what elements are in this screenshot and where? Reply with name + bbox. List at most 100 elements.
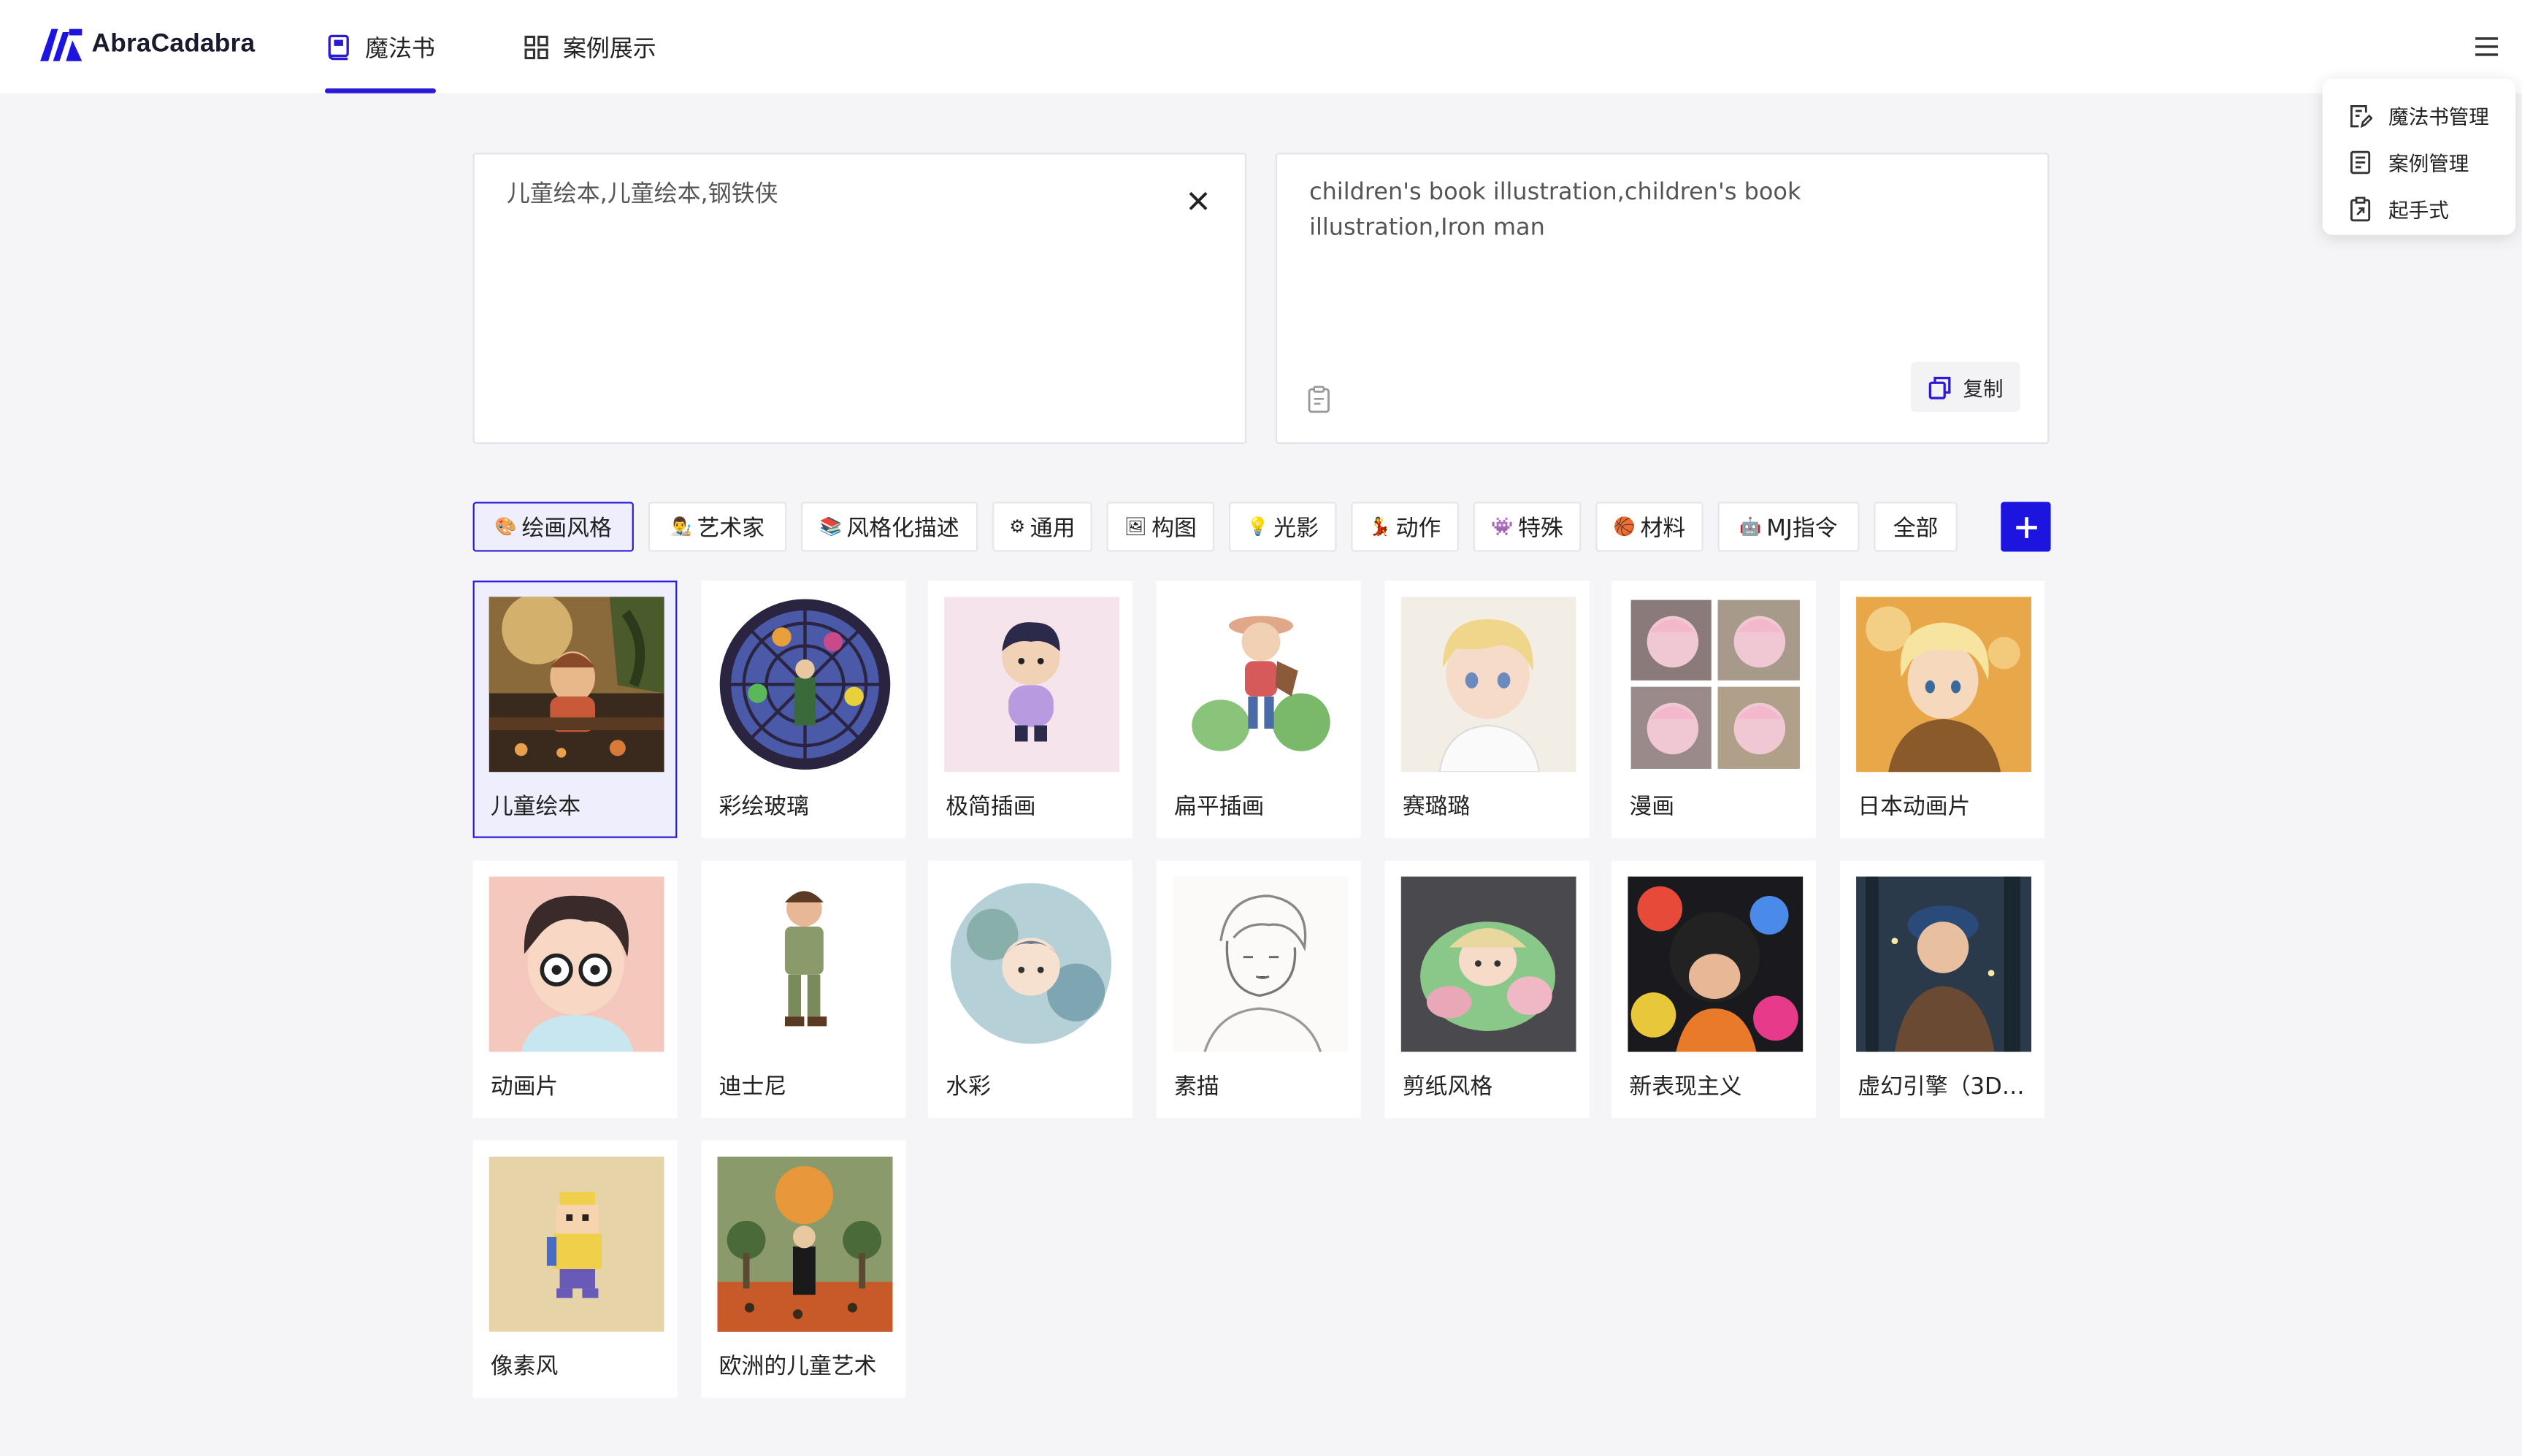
nav-tab-case-showcase[interactable]: 案例展示 bbox=[503, 0, 675, 93]
logo[interactable]: AbraCadabra bbox=[39, 27, 255, 62]
card-thumbnail bbox=[717, 597, 893, 773]
style-card-children-picture-book[interactable]: 儿童绘本 bbox=[472, 581, 678, 838]
tab-special[interactable]: 👾 特殊 bbox=[1473, 502, 1582, 552]
card-label: 扁平插画 bbox=[1174, 794, 1265, 821]
document-icon bbox=[2350, 150, 2371, 174]
style-card-flat-illustration[interactable]: 扁平插画 bbox=[1156, 581, 1361, 838]
style-card-cel-shading[interactable]: 赛璐璐 bbox=[1384, 581, 1590, 838]
menu-item-magic-book-management[interactable]: 魔法书管理 bbox=[2323, 92, 2515, 139]
tab-lighting[interactable]: 💡 光影 bbox=[1228, 502, 1337, 552]
style-card-cartoon[interactable]: 动画片 bbox=[472, 860, 678, 1118]
logo-text: AbraCadabra bbox=[91, 30, 256, 58]
tab-label: 通用 bbox=[1030, 515, 1076, 542]
tab-general[interactable]: ⚙ 通用 bbox=[992, 502, 1092, 552]
tab-action[interactable]: 💃 动作 bbox=[1351, 502, 1459, 552]
tab-mj-command[interactable]: 🤖 MJ指令 bbox=[1717, 502, 1860, 552]
tab-composition[interactable]: 🖼 构图 bbox=[1106, 502, 1215, 552]
style-card-watercolor[interactable]: 水彩 bbox=[928, 860, 1132, 1118]
grid-icon bbox=[524, 34, 548, 59]
logo-icon bbox=[40, 28, 83, 61]
copy-icon bbox=[1929, 375, 1952, 399]
category-tabs: 🎨 绘画风格 👨‍🎨 艺术家 📚 风格化描述 ⚙ 通用 🖼 构图 💡 光影 💃 动作 👾 特殊 … bbox=[472, 502, 2051, 552]
menu-item-starter[interactable]: 起手式 bbox=[2323, 185, 2515, 231]
card-label: 日本动画片 bbox=[1858, 794, 1971, 821]
tab-label: 动作 bbox=[1395, 515, 1441, 542]
style-card-stained-glass[interactable]: 彩绘玻璃 bbox=[701, 581, 906, 838]
tab-artist[interactable]: 👨‍🎨 艺术家 bbox=[648, 502, 787, 552]
style-card-japanese-anime[interactable]: 日本动画片 bbox=[1840, 581, 2044, 838]
books-icon: 📚 bbox=[819, 516, 842, 537]
menu-item-label: 起手式 bbox=[2388, 197, 2449, 222]
card-label: 儿童绘本 bbox=[490, 794, 581, 821]
card-thumbnail bbox=[1172, 876, 1348, 1052]
card-label: 新表现主义 bbox=[1629, 1074, 1742, 1100]
close-icon[interactable] bbox=[1184, 187, 1213, 216]
style-card-pixel-art[interactable]: 像素风 bbox=[472, 1140, 678, 1398]
plus-icon bbox=[2015, 516, 2036, 537]
card-thumbnail bbox=[1400, 876, 1576, 1052]
card-label: 素描 bbox=[1174, 1074, 1219, 1100]
translation-output-box: children's book illustration,children's … bbox=[1275, 153, 2050, 444]
tab-label: 材料 bbox=[1640, 515, 1686, 542]
prompt-input-box[interactable]: 儿童绘本,儿童绘本,钢铁侠 bbox=[472, 153, 1247, 444]
card-label: 漫画 bbox=[1629, 794, 1675, 821]
style-card-unreal-engine[interactable]: 虚幻引擎（3D渲染） bbox=[1840, 860, 2044, 1118]
picture-frame-icon: 🖼 bbox=[1124, 516, 1147, 537]
basketball-icon: 🏀 bbox=[1613, 516, 1636, 537]
prompt-input[interactable]: 儿童绘本,儿童绘本,钢铁侠 bbox=[507, 180, 1150, 210]
copy-button-label: 复制 bbox=[1963, 376, 2004, 401]
card-label: 动画片 bbox=[490, 1074, 559, 1100]
translation-output: children's book illustration,children's … bbox=[1309, 180, 1801, 242]
card-thumbnail bbox=[1856, 597, 2032, 773]
card-thumbnail bbox=[717, 876, 893, 1052]
tab-label: 特殊 bbox=[1518, 515, 1563, 542]
copy-button[interactable]: 复制 bbox=[1910, 361, 2020, 412]
card-thumbnail bbox=[944, 876, 1120, 1052]
tab-label: 全部 bbox=[1893, 515, 1939, 542]
tab-label: MJ指令 bbox=[1766, 515, 1838, 542]
style-card-minimal-illustration[interactable]: 极简插画 bbox=[928, 581, 1132, 838]
tab-label: 光影 bbox=[1273, 515, 1319, 542]
card-thumbnail bbox=[488, 876, 664, 1052]
tab-label: 绘画风格 bbox=[521, 515, 612, 542]
hamburger-menu-icon[interactable] bbox=[2471, 31, 2503, 63]
nav-tab-label: 魔法书 bbox=[365, 36, 435, 62]
menu-item-case-management[interactable]: 案例管理 bbox=[2323, 138, 2515, 185]
card-label: 彩绘玻璃 bbox=[718, 794, 810, 821]
style-card-neo-expressionism[interactable]: 新表现主义 bbox=[1611, 860, 1816, 1118]
gear-icon: ⚙ bbox=[1009, 516, 1026, 537]
tab-all[interactable]: 全部 bbox=[1874, 502, 1958, 552]
card-thumbnail bbox=[944, 597, 1120, 773]
nav-tab-label: 案例展示 bbox=[562, 36, 656, 62]
card-label: 迪士尼 bbox=[718, 1074, 787, 1100]
palette-icon: 🎨 bbox=[494, 516, 517, 537]
tab-stylized-description[interactable]: 📚 风格化描述 bbox=[800, 502, 978, 552]
add-tab-button[interactable] bbox=[2001, 502, 2051, 552]
card-label: 像素风 bbox=[490, 1354, 559, 1381]
tab-label: 构图 bbox=[1151, 515, 1197, 542]
card-thumbnail bbox=[488, 597, 664, 773]
tab-material[interactable]: 🏀 材料 bbox=[1595, 502, 1703, 552]
card-label: 虚幻引擎（3D渲染） bbox=[1858, 1074, 2034, 1100]
card-thumbnail bbox=[717, 1156, 893, 1332]
edit-document-icon bbox=[2350, 104, 2373, 128]
style-card-paper-cut[interactable]: 剪纸风格 bbox=[1384, 860, 1590, 1118]
tab-label: 风格化描述 bbox=[846, 515, 959, 542]
card-label: 赛璐璐 bbox=[1402, 794, 1471, 821]
top-header: AbraCadabra 魔法书 案例展示 bbox=[0, 0, 2522, 93]
clipboard-icon[interactable] bbox=[1306, 384, 1332, 413]
style-card-disney[interactable]: 迪士尼 bbox=[701, 860, 906, 1118]
style-card-sketch[interactable]: 素描 bbox=[1156, 860, 1361, 1118]
card-thumbnail bbox=[1628, 876, 1804, 1052]
artist-icon: 👨‍🎨 bbox=[670, 516, 692, 537]
tab-painting-style[interactable]: 🎨 绘画风格 bbox=[472, 502, 634, 552]
robot-icon: 🤖 bbox=[1739, 516, 1762, 537]
style-card-manga[interactable]: 漫画 bbox=[1611, 581, 1816, 838]
dancer-icon: 💃 bbox=[1368, 516, 1392, 537]
style-card-european-childrens-art[interactable]: 欧洲的儿童艺术 bbox=[701, 1140, 906, 1398]
card-thumbnail bbox=[1856, 876, 2032, 1052]
nav-tab-magic-book[interactable]: 魔法书 bbox=[306, 0, 455, 93]
card-thumbnail bbox=[1400, 597, 1576, 773]
alien-monster-icon: 👾 bbox=[1491, 516, 1514, 537]
card-label: 剪纸风格 bbox=[1402, 1074, 1493, 1100]
